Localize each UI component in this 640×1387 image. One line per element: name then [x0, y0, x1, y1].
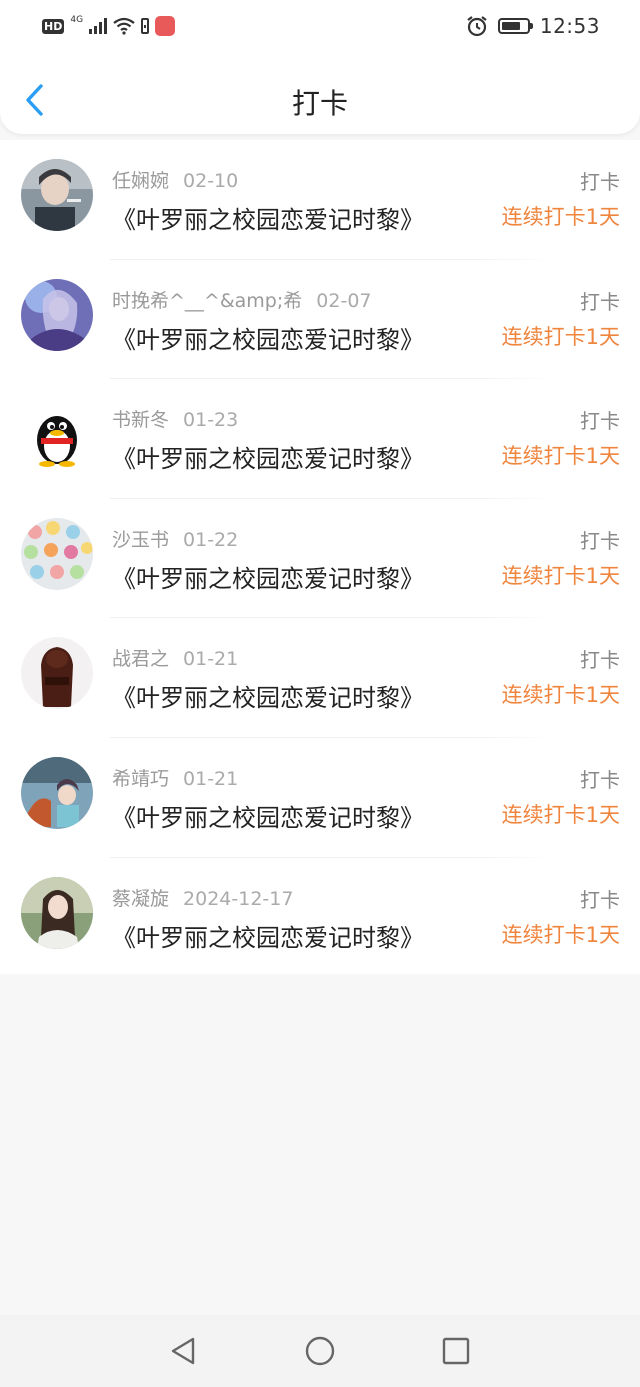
clock: 12:53	[539, 14, 600, 38]
entry-meta: 希靖巧 01-21	[112, 764, 238, 791]
streak-text: 连续打卡1天	[501, 922, 620, 947]
checkin-list: 任娴婉 02-10 《叶罗丽之校园恋爱记时黎》 打卡 连续打卡1天 时挽希^__^…	[0, 140, 640, 974]
alarm-icon	[467, 16, 487, 37]
book-title[interactable]: 《叶罗丽之校园恋爱记时黎》	[112, 320, 424, 355]
book-title[interactable]: 《叶罗丽之校园恋爱记时黎》	[112, 798, 424, 833]
avatar[interactable]	[21, 756, 93, 829]
avatar[interactable]	[21, 398, 93, 471]
list-item[interactable]: 沙玉书 01-22 《叶罗丽之校园恋爱记时黎》 打卡 连续打卡1天	[0, 499, 640, 619]
app-notification-icon	[155, 16, 176, 36]
home-circle-icon[interactable]	[304, 1335, 336, 1367]
entry-date: 01-21	[183, 648, 239, 671]
entry-date: 2024-12-17	[183, 887, 294, 910]
list-item[interactable]: 战君之 01-21 《叶罗丽之校园恋爱记时黎》 打卡 连续打卡1天	[0, 618, 640, 738]
list-item[interactable]: 蔡凝旋 2024-12-17 《叶罗丽之校园恋爱记时黎》 打卡 连续打卡1天	[0, 858, 640, 978]
streak-text: 连续打卡1天	[501, 444, 620, 469]
checkin-tag: 打卡	[580, 289, 620, 314]
list-item[interactable]: 时挽希^__^&amp;希 02-07 《叶罗丽之校园恋爱记时黎》 打卡 连续打卡…	[0, 260, 640, 380]
list-item[interactable]: 书新冬 01-23 《叶罗丽之校园恋爱记时黎》 打卡 连续打卡1天	[0, 379, 640, 499]
streak-text: 连续打卡1天	[501, 802, 620, 827]
page-title: 打卡	[291, 87, 348, 120]
book-title[interactable]: 《叶罗丽之校园恋爱记时黎》	[112, 678, 424, 713]
user-name[interactable]: 战君之	[112, 648, 169, 670]
hd-badge: HD	[42, 18, 65, 34]
checkin-tag: 打卡	[580, 528, 620, 553]
user-name[interactable]: 任娴婉	[112, 170, 169, 192]
recents-square-icon[interactable]	[440, 1335, 472, 1367]
user-name[interactable]: 沙玉书	[112, 529, 169, 551]
status-left: HD 4G	[42, 15, 176, 36]
battery-icon	[497, 18, 533, 34]
entry-meta: 沙玉书 01-22	[112, 525, 238, 552]
wifi-icon	[113, 17, 135, 35]
avatar[interactable]	[21, 876, 93, 949]
entry-date: 01-22	[183, 528, 239, 551]
entry-date: 01-23	[183, 409, 239, 432]
list-item[interactable]: 希靖巧 01-21 《叶罗丽之校园恋爱记时黎》 打卡 连续打卡1天	[0, 738, 640, 858]
entry-meta: 战君之 01-21	[112, 644, 238, 671]
entry-meta: 蔡凝旋 2024-12-17	[112, 884, 293, 911]
book-title[interactable]: 《叶罗丽之校园恋爱记时黎》	[112, 918, 424, 953]
entry-date: 02-10	[183, 170, 239, 192]
book-title[interactable]: 《叶罗丽之校园恋爱记时黎》	[112, 200, 424, 235]
status-bar: HD 4G 12:53	[0, 0, 640, 56]
entry-date: 01-21	[183, 767, 239, 790]
book-title[interactable]: 《叶罗丽之校园恋爱记时黎》	[112, 439, 424, 474]
battery-saver-icon	[141, 18, 150, 34]
list-item[interactable]: 任娴婉 02-10 《叶罗丽之校园恋爱记时黎》 打卡 连续打卡1天	[0, 140, 640, 260]
streak-text: 连续打卡1天	[501, 205, 620, 229]
entry-meta: 时挽希^__^&amp;希 02-07	[112, 286, 372, 313]
user-name[interactable]: 蔡凝旋	[112, 888, 169, 910]
back-triangle-icon[interactable]	[167, 1335, 199, 1367]
user-name[interactable]: 书新冬	[112, 409, 169, 431]
avatar[interactable]	[21, 159, 93, 231]
network-type: 4G	[70, 15, 84, 25]
checkin-tag: 打卡	[580, 887, 620, 912]
streak-text: 连续打卡1天	[501, 683, 620, 708]
user-name[interactable]: 希靖巧	[112, 768, 169, 790]
entry-meta: 书新冬 01-23	[112, 405, 238, 432]
signal-icon	[89, 18, 108, 34]
entry-meta: 任娴婉 02-10	[112, 166, 238, 193]
avatar[interactable]	[21, 637, 93, 710]
streak-text: 连续打卡1天	[501, 324, 620, 349]
checkin-tag: 打卡	[580, 648, 620, 673]
user-name[interactable]: 时挽希^__^&amp;希	[112, 290, 302, 312]
streak-text: 连续打卡1天	[501, 563, 620, 588]
penguin-icon	[21, 398, 93, 471]
entry-date: 02-07	[316, 289, 372, 312]
checkin-tag: 打卡	[580, 409, 620, 434]
nav-bar: 打卡	[0, 56, 640, 134]
system-nav-bar	[0, 1315, 640, 1387]
book-title[interactable]: 《叶罗丽之校园恋爱记时黎》	[112, 559, 424, 594]
avatar[interactable]	[21, 517, 93, 590]
avatar[interactable]	[21, 278, 93, 351]
status-right: 12:53	[466, 14, 600, 38]
checkin-tag: 打卡	[580, 170, 620, 194]
checkin-tag: 打卡	[580, 767, 620, 792]
